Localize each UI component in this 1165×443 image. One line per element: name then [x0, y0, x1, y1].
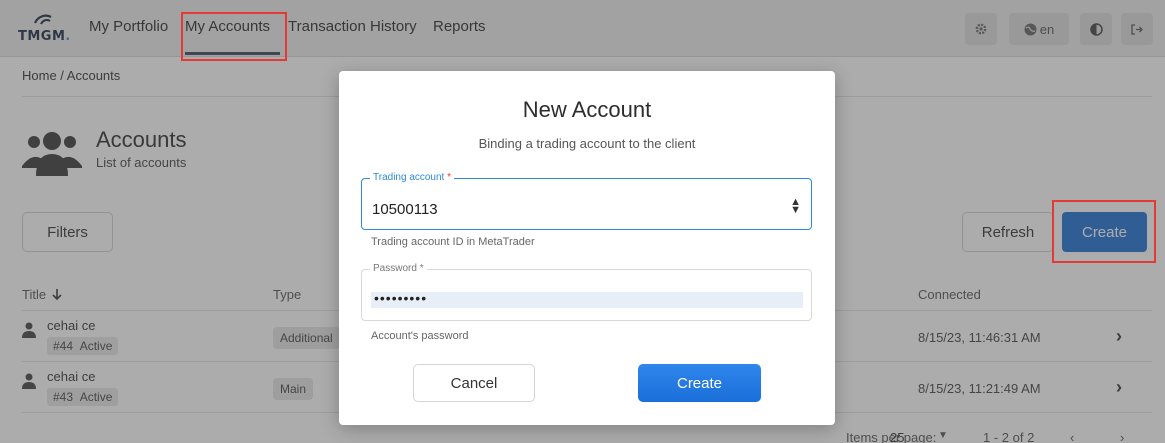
trading-account-label: Trading account *: [370, 172, 455, 183]
dialog-title: New Account: [522, 97, 652, 122]
number-spinner-icon[interactable]: ▲ ▼: [790, 197, 801, 216]
trading-account-input[interactable]: 10500113: [372, 201, 438, 218]
trading-account-field[interactable]: Trading account * 10500113 ▲ ▼: [361, 172, 812, 230]
password-field[interactable]: Password * •••••••••: [361, 263, 812, 321]
highlight-my-accounts: [181, 12, 287, 61]
password-autofill-background: [371, 292, 803, 308]
password-label: Password *: [370, 263, 427, 274]
password-hint: Account's password: [371, 330, 469, 342]
highlight-create-button: [1052, 200, 1156, 263]
trading-account-hint: Trading account ID in MetaTrader: [371, 236, 535, 248]
password-input[interactable]: •••••••••: [374, 290, 427, 306]
dialog-create-button[interactable]: Create: [638, 364, 761, 402]
cancel-button[interactable]: Cancel: [413, 364, 535, 402]
dialog-subtitle: Binding a trading account to the client: [478, 136, 696, 151]
new-account-dialog: New Account Binding a trading account to…: [339, 71, 835, 425]
